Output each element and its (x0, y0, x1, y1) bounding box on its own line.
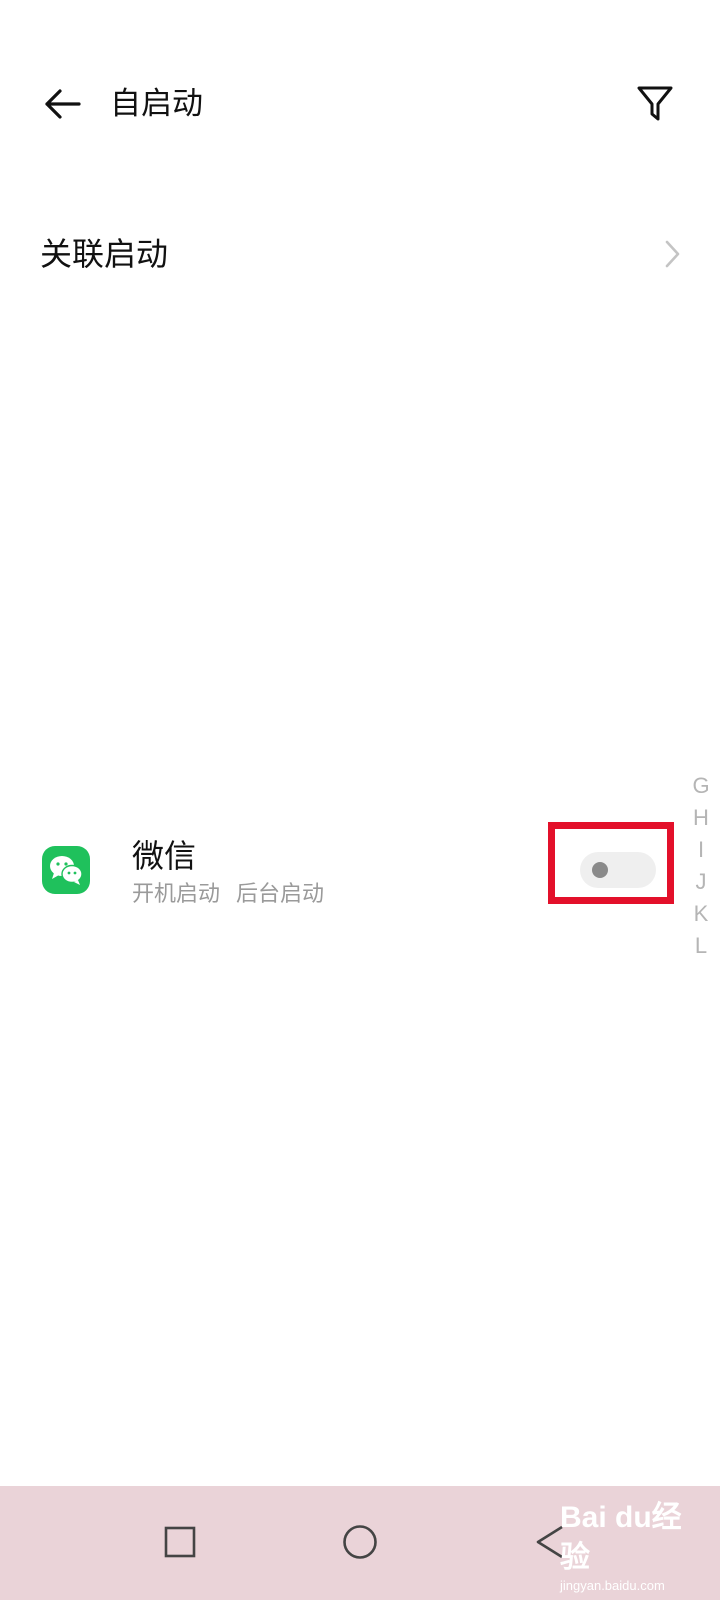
filter-button[interactable] (632, 80, 678, 128)
back-button[interactable] (40, 82, 84, 126)
linked-start-label: 关联启动 (40, 235, 169, 273)
wechat-icon (42, 846, 90, 894)
toggle-knob (592, 862, 608, 878)
tag-boot-start: 开机启动 (132, 882, 221, 907)
alpha-letter-j[interactable]: J (696, 866, 707, 898)
circle-icon (343, 1525, 377, 1559)
home-button[interactable] (330, 1512, 390, 1572)
arrow-left-icon (45, 89, 81, 119)
alpha-letter-i[interactable]: I (698, 834, 704, 866)
filter-icon (637, 86, 673, 121)
recent-apps-button[interactable] (150, 1512, 210, 1572)
square-icon (164, 1526, 196, 1558)
screen: 自启动 关联启动 G H I J K L 微信 开机启动 后台启动 Bai du… (0, 0, 720, 1600)
tag-background-start: 后台启动 (236, 882, 325, 907)
autostart-toggle[interactable] (580, 852, 656, 888)
navigation-bar: Bai du经验 jingyan.baidu.com (0, 1486, 720, 1600)
watermark-main: Bai du经验 (560, 1501, 682, 1574)
watermark-sub: jingyan.baidu.com (560, 1578, 665, 1593)
alpha-letter-k[interactable]: K (694, 898, 709, 930)
chevron-right-icon (665, 240, 680, 268)
alpha-letter-h[interactable]: H (693, 802, 709, 834)
baidu-watermark: Bai du经验 jingyan.baidu.com (560, 1498, 710, 1593)
app-tags: 开机启动 后台启动 (132, 880, 324, 910)
linked-start-row[interactable]: 关联启动 (0, 218, 720, 290)
app-name: 微信 (132, 837, 197, 875)
chat-bubbles-icon (50, 856, 83, 885)
page-title: 自启动 (110, 86, 203, 122)
alphabet-index[interactable]: G H I J K L (688, 770, 714, 962)
alpha-letter-g[interactable]: G (692, 770, 709, 802)
alpha-letter-l[interactable]: L (695, 930, 707, 962)
